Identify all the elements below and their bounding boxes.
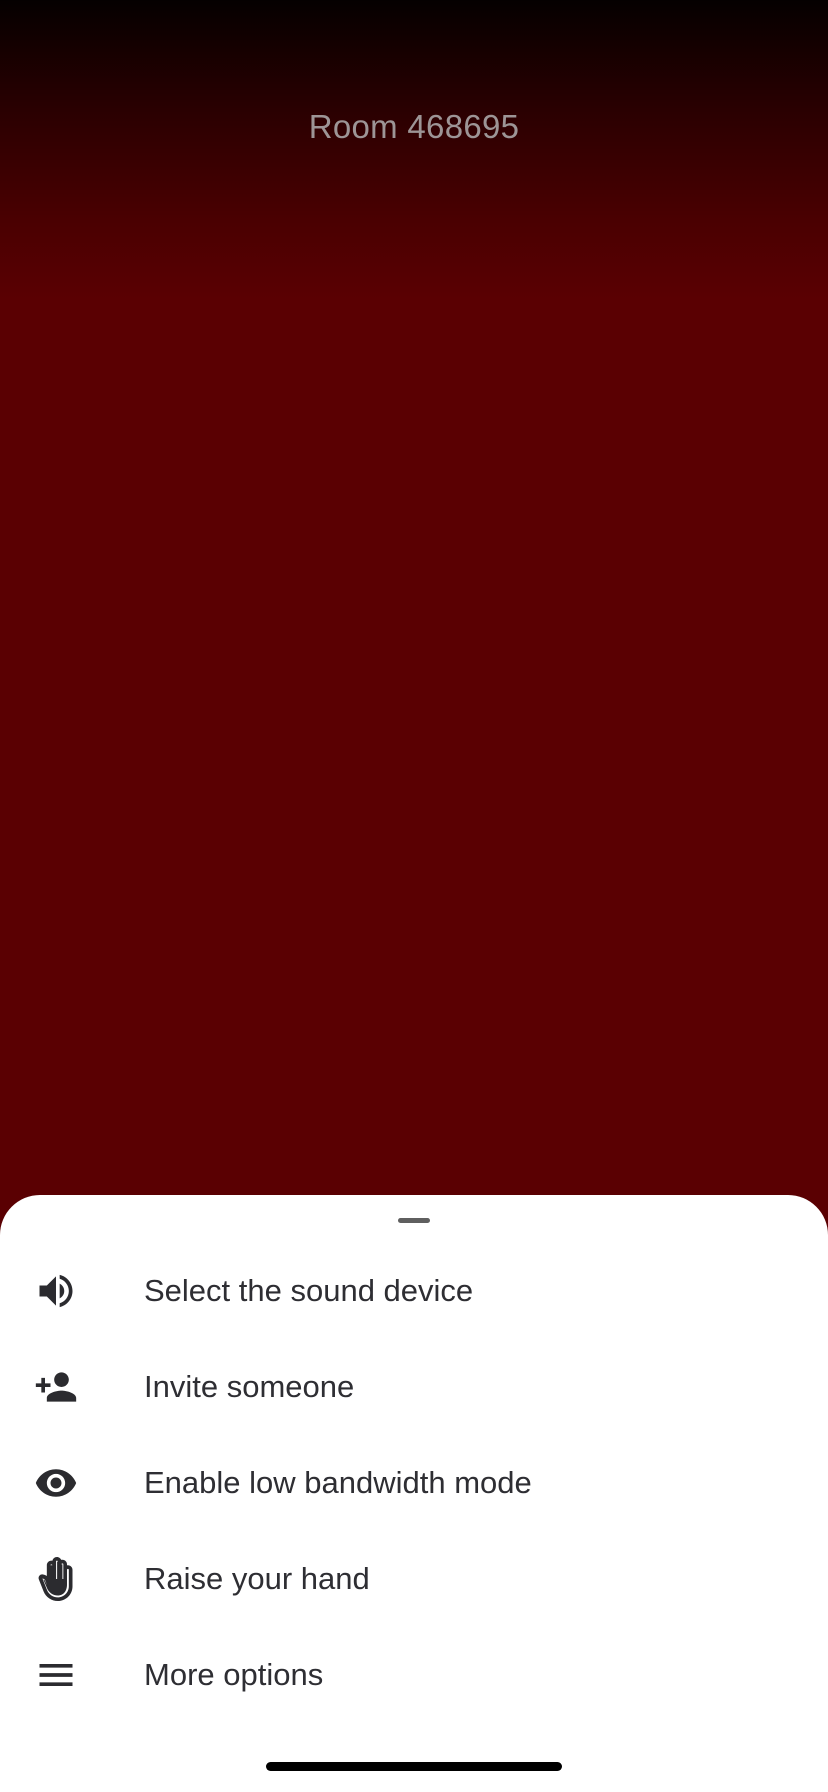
- sheet-drag-handle[interactable]: [398, 1218, 430, 1223]
- menu-item-label: Raise your hand: [144, 1561, 370, 1596]
- menu-item-low-bandwidth-mode[interactable]: Enable low bandwidth mode: [0, 1435, 828, 1531]
- call-screen: Room 468695 Select the sound device Invi…: [0, 0, 828, 1792]
- menu-item-more-options[interactable]: More options: [0, 1627, 828, 1723]
- menu-item-label: Invite someone: [144, 1369, 355, 1404]
- menu-item-label: Select the sound device: [144, 1273, 474, 1308]
- menu-item-invite-someone[interactable]: Invite someone: [0, 1339, 828, 1435]
- menu-item-label: More options: [144, 1657, 324, 1692]
- home-indicator[interactable]: [266, 1762, 562, 1771]
- menu-item-select-sound-device[interactable]: Select the sound device: [0, 1243, 828, 1339]
- bottom-sheet: Select the sound device Invite someone E…: [0, 1195, 828, 1792]
- menu-icon: [32, 1651, 80, 1699]
- menu-item-label: Enable low bandwidth mode: [144, 1465, 532, 1500]
- speaker-icon: [32, 1267, 80, 1315]
- person-add-icon: [32, 1363, 80, 1411]
- room-title: Room 468695: [308, 108, 520, 145]
- eye-icon: [32, 1459, 80, 1507]
- menu-item-raise-hand[interactable]: Raise your hand: [0, 1531, 828, 1627]
- hand-icon: [32, 1555, 80, 1603]
- options-menu: Select the sound device Invite someone E…: [0, 1243, 828, 1723]
